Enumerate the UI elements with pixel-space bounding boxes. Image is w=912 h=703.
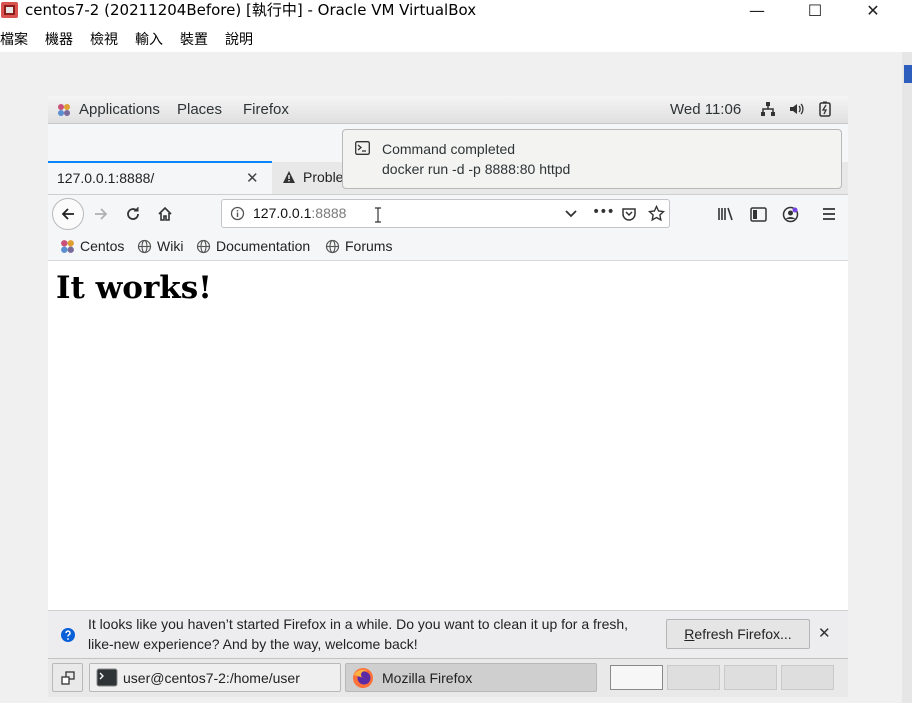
tab-close-button[interactable]: ✕ [246, 169, 259, 187]
close-window-button[interactable]: ✕ [853, 0, 893, 20]
workspace-2[interactable] [667, 665, 720, 690]
globe-icon [325, 239, 340, 253]
tab-title: Proble [303, 169, 344, 185]
url-bar[interactable]: 127.0.0.1:8888 ••• [221, 199, 670, 228]
page-heading: It works! [56, 270, 212, 306]
minimize-button[interactable]: — [737, 0, 777, 20]
site-info-icon[interactable] [230, 206, 245, 225]
task-label: Mozilla Firefox [382, 669, 473, 686]
taskbar-firefox-window[interactable]: Mozilla Firefox [345, 663, 597, 692]
reload-icon [127, 207, 139, 220]
notification-popup[interactable]: Command completed docker run -d -p 8888:… [342, 129, 842, 189]
show-desktop-button[interactable] [52, 663, 83, 692]
workspace-4[interactable] [781, 665, 834, 690]
notification-body: docker run -d -p 8888:80 httpd [382, 161, 571, 177]
bookmark-star-icon[interactable] [647, 204, 666, 226]
bookmark-forums[interactable]: Forums [325, 238, 392, 254]
firefox-app-icon [352, 667, 374, 689]
tab-problem[interactable]: Proble [272, 162, 352, 194]
page-content: It works! [48, 261, 848, 610]
library-icon [718, 207, 733, 221]
task-label: user@centos7-2:/home/user [123, 669, 300, 686]
back-arrow-icon [61, 208, 74, 220]
centos-icon [61, 239, 74, 253]
sidebar-button[interactable] [746, 202, 770, 226]
terminal-icon [355, 141, 370, 159]
bookmark-wiki[interactable]: Wiki [137, 238, 183, 254]
applications-menu[interactable]: Applications [79, 96, 160, 123]
tab-localhost[interactable]: 127.0.0.1:8888/ ✕ [48, 161, 272, 194]
battery-icon[interactable] [818, 101, 832, 121]
globe-icon [137, 239, 152, 253]
reload-button[interactable] [121, 202, 145, 226]
terminal-app-icon [96, 668, 118, 687]
network-icon[interactable] [760, 101, 776, 121]
virtualbox-app-icon [0, 1, 20, 19]
library-button[interactable] [714, 202, 738, 226]
dropdown-chevron-icon[interactable] [564, 208, 578, 224]
refresh-firefox-button[interactable]: Refresh Firefox... [666, 619, 810, 649]
applications-icon [57, 103, 71, 121]
vbox-window-title: centos7-2 (20211204Before) [執行中] - Oracl… [25, 1, 477, 19]
sidebar-icon [749, 206, 767, 222]
vbox-menu-help[interactable]: 說明 [225, 28, 261, 52]
account-button[interactable] [778, 202, 802, 226]
workspace-1[interactable] [610, 665, 663, 690]
infobar-message-line1: It looks like you haven’t started Firefo… [88, 616, 629, 632]
workspace-3[interactable] [724, 665, 777, 690]
menu-icon [823, 208, 835, 220]
page-actions-button[interactable]: ••• [592, 204, 615, 220]
places-menu[interactable]: Places [177, 96, 222, 123]
host-accent-edge [904, 65, 912, 83]
vbox-menubar: 檔案 機器 檢視 輸入 裝置 說明 [0, 28, 912, 52]
globe-icon [196, 239, 211, 253]
host-scroll-edge [902, 52, 912, 703]
url-host: 127.0.0.1 [253, 205, 312, 221]
notification-title: Command completed [382, 141, 516, 157]
bookmark-centos[interactable]: Centos [60, 238, 124, 254]
vbox-menu-view[interactable]: 檢視 [90, 28, 126, 52]
account-icon [782, 206, 798, 222]
taskbar-terminal-window[interactable]: user@centos7-2:/home/user [89, 663, 341, 692]
bookmark-label: Documentation [216, 238, 311, 254]
url-port: :8888 [311, 205, 347, 221]
infobar-message-line2: like-new experience? And by the way, wel… [88, 636, 418, 652]
tab-title: 127.0.0.1:8888/ [57, 170, 155, 186]
refresh-button-accesskey: R [684, 626, 695, 642]
forward-button[interactable] [89, 202, 113, 226]
pocket-icon[interactable] [621, 206, 637, 226]
bookmark-label: Wiki [157, 238, 184, 254]
help-icon [60, 627, 76, 647]
bookmark-documentation[interactable]: Documentation [196, 238, 310, 254]
infobar-close-button[interactable]: ✕ [818, 624, 831, 642]
bookmark-label: Centos [80, 238, 125, 254]
vbox-menu-devices[interactable]: 裝置 [180, 28, 216, 52]
hamburger-menu-button[interactable] [817, 202, 841, 226]
firefox-app-menu[interactable]: Firefox [243, 96, 289, 123]
vbox-menu-machine[interactable]: 機器 [45, 28, 81, 52]
show-desktop-icon [60, 670, 75, 685]
volume-icon[interactable] [788, 101, 804, 121]
home-icon [158, 206, 172, 221]
refresh-button-label: efresh Firefox... [694, 626, 792, 642]
text-cursor-icon [374, 207, 382, 227]
maximize-button[interactable]: ☐ [795, 0, 835, 20]
bookmark-label: Forums [345, 238, 393, 254]
home-button[interactable] [153, 202, 177, 226]
forward-arrow-icon [95, 208, 108, 220]
back-button[interactable] [52, 198, 84, 230]
vbox-menu-input[interactable]: 輸入 [135, 28, 171, 52]
warning-icon [282, 170, 296, 188]
clock[interactable]: Wed 11:06 [670, 96, 741, 123]
vbox-menu-file[interactable]: 檔案 [0, 28, 36, 52]
